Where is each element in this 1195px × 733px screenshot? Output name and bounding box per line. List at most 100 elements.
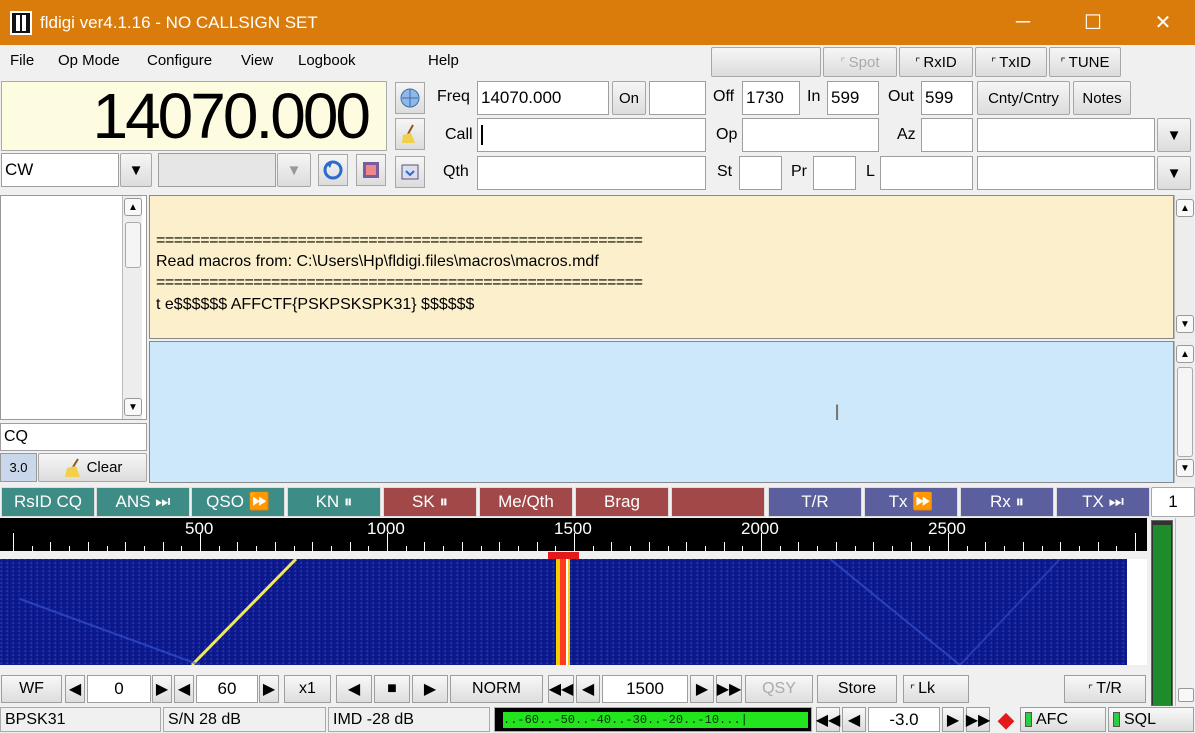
sql-toggle[interactable]: SQL <box>1108 707 1194 732</box>
tx-scrollbar[interactable]: ▲ ▼ <box>1174 341 1194 483</box>
scroll-thumb[interactable] <box>1177 367 1193 457</box>
scroll-up-icon[interactable]: ▲ <box>1176 199 1194 217</box>
mode-select[interactable]: CW <box>1 153 119 187</box>
freq-field[interactable]: 14070.000 <box>477 81 609 115</box>
locator-field[interactable] <box>880 156 973 190</box>
version-badge[interactable]: 3.0 <box>0 453 37 482</box>
store-button[interactable]: Store <box>817 675 897 703</box>
macro-button[interactable] <box>671 487 765 517</box>
macro-button[interactable]: SK ⏸ <box>383 487 477 517</box>
squelch-thumb[interactable] <box>1178 688 1194 702</box>
fast-button[interactable]: ▶ <box>412 675 448 703</box>
squelch-slider[interactable] <box>1175 518 1195 706</box>
rst-in-field[interactable]: 599 <box>827 81 879 115</box>
carrier-marker[interactable] <box>548 552 579 559</box>
wf-mode-button[interactable]: WF <box>1 675 62 703</box>
status-mode[interactable]: BPSK31 <box>0 707 161 732</box>
rst-out-field[interactable]: 599 <box>921 81 973 115</box>
squelch-fast-up-button[interactable]: ▶▶ <box>966 707 990 732</box>
cnty-cntry-button[interactable]: Cnty/Cntry <box>977 81 1070 115</box>
macro-button[interactable]: Tx ⏩ <box>864 487 958 517</box>
menu-view[interactable]: View <box>241 52 273 69</box>
carrier-up-button[interactable]: ▶ <box>690 675 714 703</box>
minimize-button[interactable]: ─ <box>1000 0 1046 45</box>
extra-dropdown[interactable]: ▼ <box>1157 156 1191 190</box>
country-select[interactable] <box>977 118 1155 152</box>
carrier-fast-down-button[interactable]: ◀◀ <box>548 675 574 703</box>
spot-button[interactable]: ⌜ Spot <box>823 47 897 77</box>
scroll-thumb[interactable] <box>125 222 141 268</box>
on-time-field[interactable] <box>649 81 706 115</box>
macro-button[interactable]: QSO ⏩ <box>191 487 285 517</box>
norm-button[interactable]: NORM <box>450 675 543 703</box>
slow-button[interactable]: ◀ <box>336 675 372 703</box>
menu-opmode[interactable]: Op Mode <box>58 52 120 69</box>
save-log-icon[interactable] <box>395 156 425 188</box>
country-dropdown[interactable]: ▼ <box>1157 118 1191 152</box>
rx-scrollbar[interactable]: ▲ ▼ <box>1174 195 1194 339</box>
receive-text-pane[interactable]: ========================================… <box>149 195 1174 339</box>
call-field[interactable] <box>477 118 706 152</box>
ref-decrease-button[interactable]: ◀ <box>65 675 85 703</box>
squelch-fast-down-button[interactable]: ◀◀ <box>816 707 840 732</box>
macro-button[interactable]: Rx ⏸ <box>960 487 1054 517</box>
macro-button[interactable]: T/R <box>768 487 862 517</box>
squelch-up-button[interactable]: ▶ <box>942 707 964 732</box>
close-button[interactable]: ✕ <box>1140 0 1186 45</box>
range-field[interactable]: 60 <box>196 675 258 703</box>
macro-button[interactable]: KN ⏸ <box>287 487 381 517</box>
left-scrollbar[interactable]: ▲ ▼ <box>122 196 142 419</box>
bandwidth-select[interactable] <box>158 153 276 187</box>
notes-button[interactable]: Notes <box>1073 81 1131 115</box>
qsy-button[interactable]: QSY <box>745 675 813 703</box>
globe-icon[interactable] <box>395 82 425 114</box>
pause-button[interactable]: ■ <box>374 675 410 703</box>
frequency-display[interactable]: 14070.000 <box>1 80 387 152</box>
tr-toggle[interactable]: ⌜ T/R <box>1064 675 1146 703</box>
range-increase-button[interactable]: ▶ <box>259 675 279 703</box>
squelch-down-button[interactable]: ◀ <box>842 707 866 732</box>
carrier-fast-up-button[interactable]: ▶▶ <box>716 675 742 703</box>
scroll-down-icon[interactable]: ▼ <box>1176 459 1194 477</box>
menu-file[interactable]: File <box>10 52 34 69</box>
macro-button[interactable]: Brag <box>575 487 669 517</box>
menu-logbook[interactable]: Logbook <box>298 52 356 69</box>
scroll-down-icon[interactable]: ▼ <box>1176 315 1194 333</box>
broom-icon[interactable] <box>395 118 425 150</box>
carrier-down-button[interactable]: ◀ <box>576 675 600 703</box>
bandwidth-dropdown[interactable]: ▼ <box>277 153 311 187</box>
menu-help[interactable]: Help <box>428 52 459 69</box>
afc-toggle[interactable]: AFC <box>1020 707 1106 732</box>
az-field[interactable] <box>921 118 973 152</box>
tune-button[interactable]: ⌜ TUNE <box>1049 47 1121 77</box>
refresh-icon[interactable] <box>318 154 348 186</box>
search-field[interactable]: CQ <box>0 423 147 451</box>
extra-select[interactable] <box>977 156 1155 190</box>
transmit-text-pane[interactable]: I <box>149 341 1174 483</box>
off-time-field[interactable]: 1730 <box>742 81 800 115</box>
op-field[interactable] <box>742 118 879 152</box>
frequency-scale[interactable]: 500 1000 1500 2000 2500 <box>0 518 1147 559</box>
waterfall-display[interactable] <box>0 559 1127 665</box>
ref-level-field[interactable]: 0 <box>87 675 151 703</box>
maximize-button[interactable]: ☐ <box>1070 0 1116 45</box>
ref-increase-button[interactable]: ▶ <box>152 675 172 703</box>
carrier-field[interactable]: 1500 <box>602 675 688 703</box>
scroll-down-icon[interactable]: ▼ <box>124 398 142 416</box>
macro-button[interactable]: TX ⏭ <box>1056 487 1150 517</box>
squelch-field[interactable]: -3.0 <box>868 707 940 732</box>
state-field[interactable] <box>739 156 782 190</box>
lock-toggle[interactable]: ⌜ Lk <box>903 675 969 703</box>
mode-dropdown[interactable]: ▼ <box>120 153 152 187</box>
scroll-up-icon[interactable]: ▲ <box>124 198 142 216</box>
on-button[interactable]: On <box>612 81 646 115</box>
qth-field[interactable] <box>477 156 706 190</box>
zoom-button[interactable]: x1 <box>284 675 331 703</box>
menu-configure[interactable]: Configure <box>147 52 212 69</box>
scroll-up-icon[interactable]: ▲ <box>1176 345 1194 363</box>
macro-button[interactable]: RsID CQ <box>1 487 95 517</box>
macro-set-button[interactable]: 1 <box>1151 487 1195 517</box>
memory-icon[interactable] <box>356 154 386 186</box>
status-blank-button[interactable] <box>711 47 821 77</box>
rxid-button[interactable]: ⌜ RxID <box>899 47 973 77</box>
